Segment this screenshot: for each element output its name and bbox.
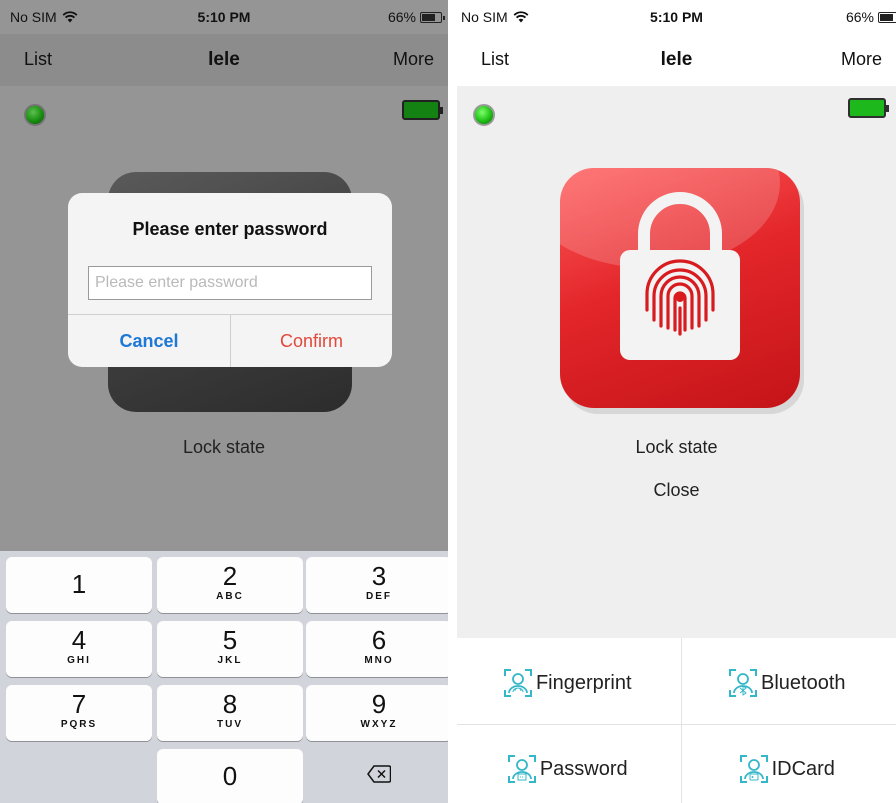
- nav-title: lele: [208, 49, 240, 70]
- key-letters: DEF: [366, 591, 392, 602]
- key-2[interactable]: 2 ABC: [157, 557, 303, 613]
- connection-led-icon: [473, 104, 495, 126]
- key-number: 1: [71, 569, 87, 599]
- method-label: IDCard: [771, 757, 835, 780]
- method-idcard[interactable]: IDCard: [677, 728, 896, 803]
- battery-status: 66%: [846, 9, 896, 25]
- confirm-button[interactable]: Confirm: [231, 315, 392, 367]
- lock-state-value: Close: [653, 480, 700, 500]
- password-user-icon: [507, 755, 536, 783]
- key-number: 4: [71, 625, 87, 655]
- method-fingerprint[interactable]: Fingerprint: [457, 642, 677, 724]
- key-number: 8: [222, 689, 238, 719]
- numeric-keypad: 1 2 ABC 3 DEF 4 GHI 5 JKL 6 MNO 7 PQRS 8…: [0, 551, 448, 803]
- key-letters: WXYZ: [360, 719, 398, 730]
- key-number: 2: [222, 561, 238, 591]
- unlock-methods-grid: Fingerprint Bluetooth Password IDCard: [457, 638, 896, 803]
- battery-icon: [420, 11, 445, 23]
- left-screen: No SIM 5:10 PM 66% List lele More Lock s…: [0, 0, 448, 803]
- fingerprint-user-icon: [503, 669, 532, 697]
- lock-state-label: Lock state: [182, 437, 266, 457]
- key-7[interactable]: 7 PQRS: [6, 685, 152, 741]
- method-label: Bluetooth: [760, 671, 846, 694]
- idcard-user-icon: [739, 755, 768, 783]
- key-6[interactable]: 6 MNO: [306, 621, 448, 677]
- status-bar: No SIM 5:10 PM 66%: [457, 0, 896, 34]
- more-button[interactable]: More: [841, 49, 882, 70]
- key-number: 3: [371, 561, 387, 591]
- nav-title: lele: [660, 49, 693, 70]
- battery-status: 66%: [387, 9, 445, 25]
- key-3[interactable]: 3 DEF: [306, 557, 448, 613]
- key-number: 7: [71, 689, 87, 719]
- key-letters: JKL: [217, 655, 243, 666]
- key-5[interactable]: 5 JKL: [157, 621, 303, 677]
- lock-battery-icon: [848, 98, 889, 118]
- key-letters: MNO: [364, 655, 394, 666]
- battery-percent: 66%: [387, 9, 416, 25]
- lock-battery-icon: [402, 100, 443, 120]
- key-letters: TUV: [217, 719, 243, 730]
- key-4[interactable]: 4 GHI: [6, 621, 152, 677]
- method-bluetooth[interactable]: Bluetooth: [677, 642, 896, 724]
- grid-divider-horizontal: [457, 724, 896, 725]
- nav-bar: List lele More: [0, 34, 448, 86]
- backspace-icon: [306, 763, 448, 791]
- status-time: 5:10 PM: [197, 9, 251, 25]
- method-label: Fingerprint: [535, 671, 632, 694]
- more-button[interactable]: More: [393, 49, 434, 70]
- key-number: 5: [222, 625, 238, 655]
- cancel-button[interactable]: Cancel: [68, 315, 230, 367]
- key-number: 9: [371, 689, 387, 719]
- key-number: 0: [222, 761, 238, 791]
- fingerprint-padlock-icon: [620, 192, 740, 360]
- method-password[interactable]: Password: [457, 728, 677, 803]
- lock-icon[interactable]: [560, 168, 800, 408]
- status-time: 5:10 PM: [650, 9, 703, 25]
- delete-key[interactable]: [306, 749, 448, 803]
- key-1[interactable]: 1: [6, 557, 152, 613]
- lock-state-label: Lock state: [635, 437, 718, 457]
- password-dialog: Please enter password Cancel Confirm: [68, 193, 392, 367]
- key-8[interactable]: 8 TUV: [157, 685, 303, 741]
- password-input[interactable]: [89, 267, 371, 299]
- status-bar: No SIM 5:10 PM 66%: [0, 0, 448, 34]
- key-letters: GHI: [67, 655, 91, 666]
- key-letters: ABC: [216, 591, 244, 602]
- dialog-title: Please enter password: [132, 219, 328, 239]
- key-9[interactable]: 9 WXYZ: [306, 685, 448, 741]
- key-0[interactable]: 0: [157, 749, 303, 803]
- connection-led-icon: [24, 104, 46, 126]
- key-number: 6: [371, 625, 387, 655]
- nav-bar: List lele More: [457, 34, 896, 86]
- password-field-wrap: [88, 266, 372, 300]
- battery-percent: 66%: [845, 9, 874, 25]
- battery-icon: [878, 11, 896, 23]
- bluetooth-user-icon: [728, 669, 757, 697]
- right-screen: No SIM 5:10 PM 66% List lele More Lock s…: [457, 0, 896, 803]
- method-label: Password: [539, 757, 628, 780]
- key-letters: PQRS: [60, 719, 98, 730]
